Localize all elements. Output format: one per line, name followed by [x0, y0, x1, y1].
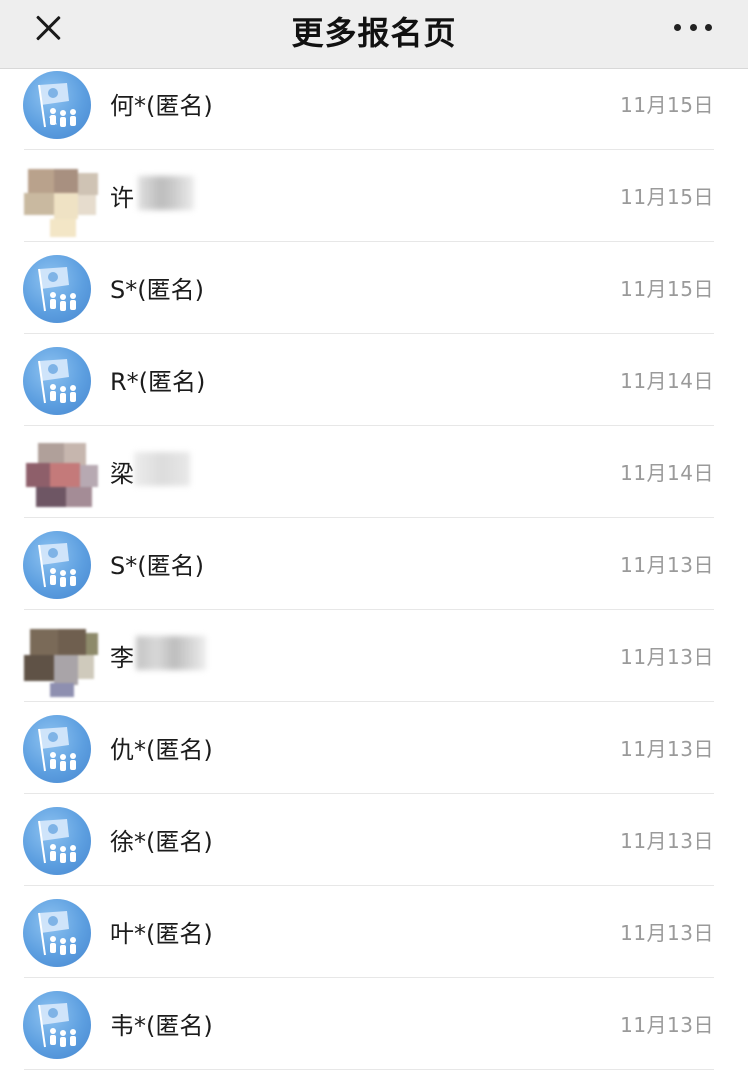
participant-name: S*(匿名) — [110, 276, 204, 304]
avatar — [20, 439, 100, 519]
list-item[interactable]: S*(匿名) 11月15日 — [0, 242, 748, 334]
participant-name: 韦*(匿名) — [110, 1012, 213, 1040]
avatar — [23, 71, 91, 139]
signup-date: 11月13日 — [620, 829, 714, 853]
participant-name: 梁 — [110, 460, 134, 488]
signup-date: 11月14日 — [620, 369, 714, 393]
avatar — [23, 531, 91, 599]
avatar — [23, 807, 91, 875]
participant-name: 徐*(匿名) — [110, 828, 213, 856]
signup-date: 11月15日 — [620, 185, 714, 209]
signup-date: 11月15日 — [620, 277, 714, 301]
signup-date: 11月14日 — [620, 461, 714, 485]
list-item[interactable]: 许 11月15日 — [0, 150, 748, 242]
signup-date: 11月13日 — [620, 921, 714, 945]
redacted-name — [138, 176, 194, 210]
list-item[interactable]: 梁 11月14日 — [0, 426, 748, 518]
signup-list: 何*(匿名) 11月15日 许 11月15日 S*(匿名) 11月15日 R*(… — [0, 58, 748, 1070]
participant-name: 许 — [110, 184, 134, 212]
avatar — [20, 163, 100, 243]
signup-date: 11月13日 — [620, 645, 714, 669]
signup-date: 11月13日 — [620, 1013, 714, 1037]
participant-name: 叶*(匿名) — [110, 920, 213, 948]
avatar — [23, 899, 91, 967]
signup-date: 11月15日 — [620, 93, 714, 117]
list-item[interactable]: 仇*(匿名) 11月13日 — [0, 702, 748, 794]
list-item[interactable]: 李 11月13日 — [0, 610, 748, 702]
redacted-name — [136, 636, 206, 670]
list-item[interactable]: 韦*(匿名) 11月13日 — [0, 978, 748, 1070]
participant-name: R*(匿名) — [110, 368, 206, 396]
signup-date: 11月13日 — [620, 737, 714, 761]
page-title: 更多报名页 — [291, 14, 457, 52]
list-item[interactable]: S*(匿名) 11月13日 — [0, 518, 748, 610]
participant-name: S*(匿名) — [110, 552, 204, 580]
signup-date: 11月13日 — [620, 553, 714, 577]
participant-name: 何*(匿名) — [110, 92, 213, 120]
list-item[interactable]: 徐*(匿名) 11月13日 — [0, 794, 748, 886]
list-item[interactable]: R*(匿名) 11月14日 — [0, 334, 748, 426]
redacted-name — [134, 452, 190, 486]
avatar — [20, 623, 100, 703]
participant-name: 仇*(匿名) — [110, 736, 213, 764]
avatar — [23, 255, 91, 323]
participant-name: 李 — [110, 644, 134, 672]
avatar — [23, 715, 91, 783]
avatar — [23, 991, 91, 1059]
list-item[interactable]: 何*(匿名) 11月15日 — [0, 58, 748, 150]
avatar — [23, 347, 91, 415]
more-icon[interactable] — [674, 24, 712, 32]
list-item[interactable]: 叶*(匿名) 11月13日 — [0, 886, 748, 978]
